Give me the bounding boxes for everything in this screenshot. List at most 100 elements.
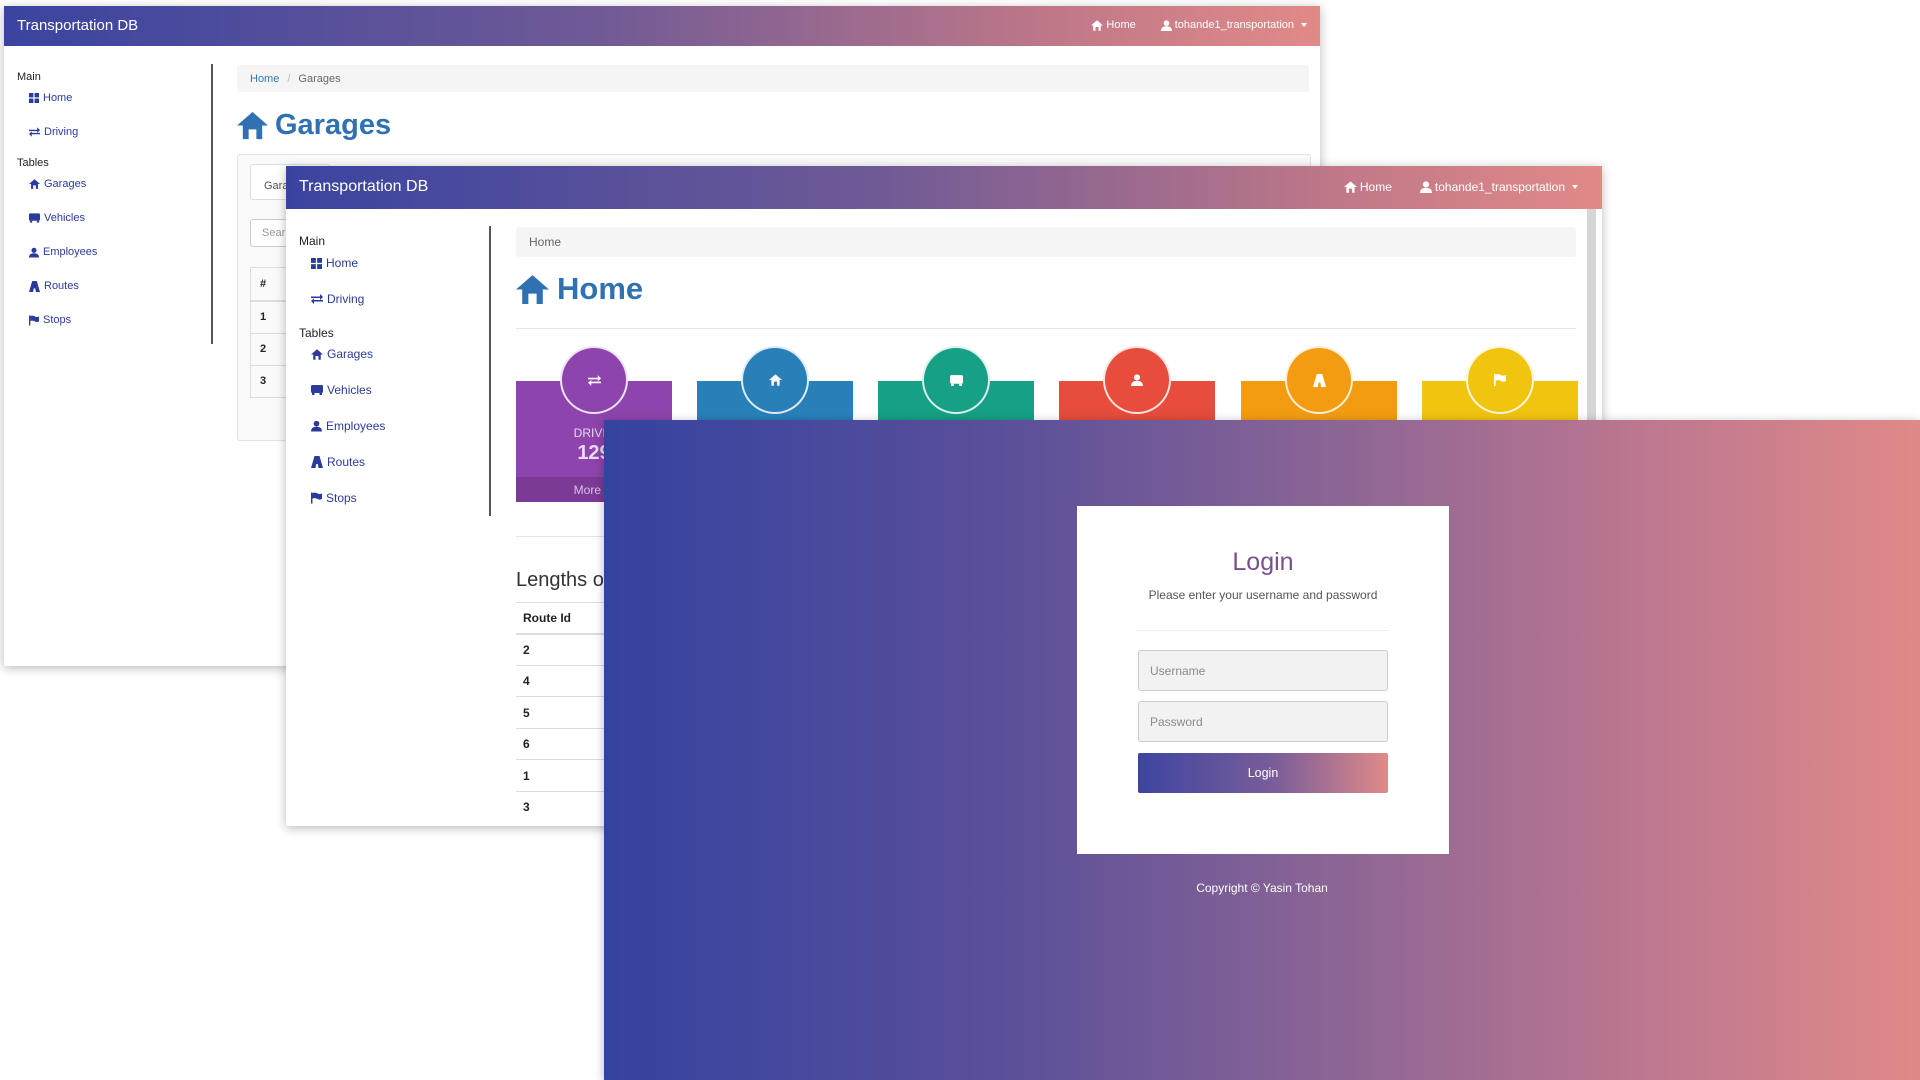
breadcrumb-home-link[interactable]: Home [250, 73, 279, 85]
table-row: 4 [516, 665, 616, 697]
card-circle [1466, 346, 1534, 414]
user-icon [1160, 19, 1172, 31]
panel-tab-label: Gara [264, 180, 289, 192]
sidebar-item-routes[interactable]: Routes [311, 455, 365, 469]
page-title-text: Garages [275, 109, 392, 141]
sidebar-heading-main: Main [299, 234, 326, 248]
routes-table: Route Id 2 4 5 6 1 3 [516, 602, 616, 823]
stat-card-vehicles[interactable] [878, 346, 1034, 421]
sidebar: Main Home Driving Tables Garages Vehicle… [4, 64, 213, 344]
sidebar-item-label: Routes [44, 280, 79, 292]
home-icon [237, 111, 268, 140]
breadcrumb: Home / Garages [237, 65, 1309, 92]
sidebar-item-label: Employees [43, 246, 98, 258]
brand-link[interactable]: Transportation DB [17, 17, 138, 34]
sidebar-heading-tables: Tables [299, 326, 334, 340]
flag-icon [311, 492, 322, 504]
sidebar-item-label: Routes [327, 455, 366, 469]
nav-right: Home tohande1_transportation [1091, 19, 1307, 31]
sidebar-item-driving[interactable]: Driving [311, 292, 364, 306]
login-subtitle: Please enter your username and password [1148, 588, 1378, 602]
lengths-section-title: Lengths o [516, 569, 604, 591]
road-icon [311, 456, 323, 468]
table-row: 3 [516, 791, 616, 823]
sidebar-item-label: Stops [326, 491, 357, 505]
sidebar-item-home[interactable]: Home [29, 92, 72, 104]
flag-icon [29, 315, 39, 325]
home-icon [768, 374, 782, 386]
sidebar-item-label: Garages [44, 178, 87, 190]
sidebar-item-vehicles[interactable]: Vehicles [29, 212, 85, 224]
user-menu-label: tohande1_transportation [1434, 180, 1565, 194]
stat-card-garages[interactable] [697, 346, 853, 421]
chevron-down-icon [1301, 23, 1307, 27]
breadcrumb: Home [516, 227, 1576, 257]
nav-home-label: Home [1106, 19, 1136, 31]
sidebar-item-routes[interactable]: Routes [29, 280, 79, 292]
user-menu-dropdown[interactable]: tohande1_transportation [1160, 19, 1307, 31]
stat-card-routes[interactable] [1241, 346, 1397, 421]
page-title: Home [516, 271, 643, 307]
home-icon [1343, 181, 1357, 193]
sidebar-item-garages[interactable]: Garages [311, 347, 373, 361]
chevron-down-icon [1572, 185, 1578, 189]
brand-link[interactable]: Transportation DB [299, 178, 428, 196]
sidebar-item-label: Stops [43, 314, 72, 326]
card-circle [741, 346, 809, 414]
sidebar-item-label: Driving [44, 126, 79, 138]
sidebar-item-employees[interactable]: Employees [311, 419, 385, 433]
exchange-icon [311, 294, 323, 304]
sidebar-item-vehicles[interactable]: Vehicles [311, 383, 372, 397]
stat-card-stops[interactable] [1422, 346, 1578, 421]
road-icon [1312, 373, 1326, 387]
search-placeholder: Sear [262, 227, 286, 239]
breadcrumb-current: Garages [298, 72, 341, 85]
sidebar-item-garages[interactable]: Garages [29, 178, 86, 190]
sidebar-heading-main: Main [17, 71, 41, 83]
sidebar-item-employees[interactable]: Employees [29, 246, 97, 258]
divider [1137, 630, 1389, 631]
user-icon [311, 420, 322, 432]
dashboard-icon [311, 257, 322, 269]
sidebar: Main Home Driving Tables Garages Vehicle… [286, 226, 491, 516]
home-icon [1091, 19, 1104, 31]
sidebar-item-label: Garages [327, 347, 374, 361]
sidebar-item-driving[interactable]: Driving [29, 126, 78, 138]
username-field[interactable] [1138, 650, 1388, 691]
navbar: Transportation DB Home tohande1_transpor… [286, 166, 1602, 209]
card-circle [560, 346, 628, 414]
nav-right: Home tohande1_transportation [1343, 180, 1578, 194]
dashboard-icon [29, 93, 39, 103]
user-menu-label: tohande1_transportation [1174, 19, 1294, 31]
sidebar-item-label: Driving [327, 292, 365, 306]
table-row: 5 [516, 696, 616, 729]
sidebar-item-home[interactable]: Home [311, 256, 358, 270]
nav-home-link[interactable]: Home [1343, 180, 1392, 194]
home-icon [516, 274, 549, 304]
breadcrumb-current: Home [529, 235, 562, 249]
copyright-text: Copyright © Yasin Tohan [1196, 881, 1328, 895]
login-button[interactable]: Login [1138, 753, 1388, 793]
exchange-icon [29, 127, 40, 137]
password-field[interactable] [1138, 701, 1388, 742]
nav-home-link[interactable]: Home [1091, 19, 1136, 31]
home-icon [29, 179, 40, 189]
sidebar-item-stops[interactable]: Stops [311, 491, 357, 505]
user-icon [1131, 374, 1143, 386]
sidebar-item-label: Vehicles [327, 383, 372, 397]
user-menu-dropdown[interactable]: tohande1_transportation [1419, 180, 1578, 194]
table-row: 1 [516, 759, 616, 792]
divider [516, 328, 1576, 329]
table-row: 6 [516, 728, 616, 760]
bus-icon [949, 374, 963, 386]
sidebar-item-stops[interactable]: Stops [29, 314, 71, 326]
user-icon [1419, 181, 1432, 193]
sidebar-item-label: Home [43, 92, 73, 104]
bus-icon [311, 385, 323, 395]
card-circle [1103, 346, 1171, 414]
sidebar-heading-tables: Tables [17, 157, 49, 169]
stat-card-employees[interactable] [1059, 346, 1215, 421]
table-header: Route Id [516, 602, 616, 635]
login-card: Login Please enter your username and pas… [1077, 506, 1449, 854]
sidebar-item-label: Home [326, 256, 359, 270]
